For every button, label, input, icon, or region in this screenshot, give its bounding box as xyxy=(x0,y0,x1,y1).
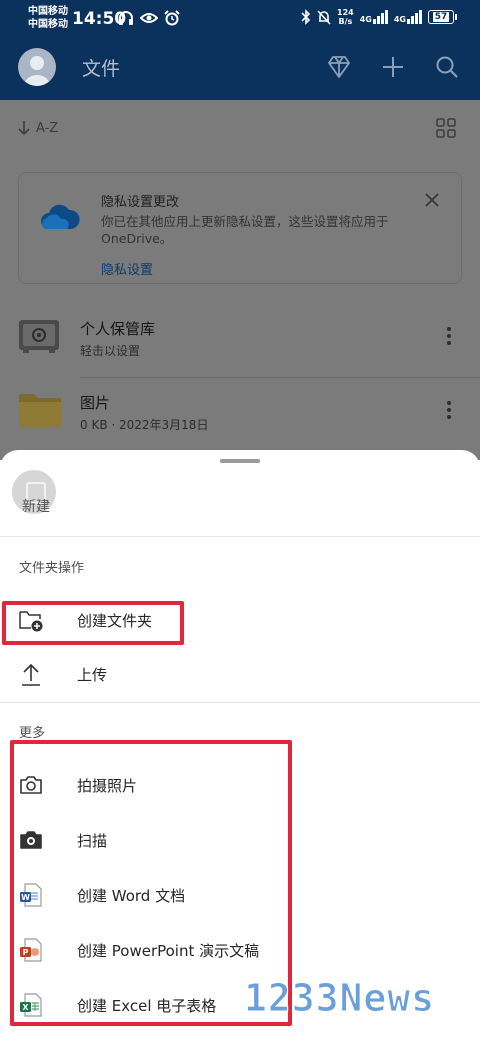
list-divider xyxy=(80,377,480,378)
file-list-area: A-Z 隐私设置更改 你已在其他应用上更新隐私设置，这些设置将应用于 OneDr… xyxy=(0,100,480,460)
menu-label: 创建 Word 文档 xyxy=(77,887,186,905)
diamond-icon[interactable] xyxy=(326,54,352,80)
battery-icon: 57 xyxy=(428,10,457,24)
card-text: 你已在其他应用上更新隐私设置，这些设置将应用于 OneDrive。 xyxy=(101,214,389,246)
bluetooth-icon xyxy=(301,9,311,25)
sort-label: A-Z xyxy=(36,120,59,136)
net-speed-unit: B/s xyxy=(338,17,353,26)
sheet-title: 新建 xyxy=(22,499,50,515)
signal-1: 4G xyxy=(360,10,388,24)
menu-item-create-powerpoint[interactable]: P 创建 PowerPoint 演示文稿 xyxy=(0,924,480,976)
menu-item-upload[interactable]: 上传 xyxy=(0,648,480,700)
list-item-pictures[interactable]: 图片 0 KB · 2022年3月18日 xyxy=(0,380,480,452)
scan-camera-icon xyxy=(20,831,42,849)
powerpoint-icon: P xyxy=(20,938,42,962)
avatar[interactable] xyxy=(18,48,56,86)
file-name: 图片 xyxy=(80,394,111,412)
search-icon[interactable] xyxy=(434,54,460,80)
excel-icon: X xyxy=(20,993,42,1017)
battery-level: 57 xyxy=(432,12,450,22)
sort-button[interactable]: A-Z xyxy=(18,120,58,136)
carrier-info: 中国移动 中国移动 xyxy=(28,5,68,31)
menu-item-scan[interactable]: 扫描 xyxy=(0,814,480,866)
menu-label: 创建 PowerPoint 演示文稿 xyxy=(77,942,260,960)
watermark: 1233News xyxy=(243,976,436,1021)
menu-label: 拍摄照片 xyxy=(77,777,138,795)
plus-icon[interactable] xyxy=(380,54,406,80)
status-bar: 中国移动 中国移动 14:50 124 B/s 4G 4G 57 xyxy=(0,0,480,36)
arrow-down-icon xyxy=(18,121,30,136)
headphones-icon xyxy=(119,11,133,25)
eye-icon xyxy=(140,13,158,23)
drag-handle[interactable] xyxy=(220,459,260,463)
more-options-icon[interactable] xyxy=(446,326,452,346)
menu-item-take-photo[interactable]: 拍摄照片 xyxy=(0,759,480,811)
page-title: 文件 xyxy=(82,58,121,80)
menu-item-create-word[interactable]: W 创建 Word 文档 xyxy=(0,869,480,921)
signal-2-label: 4G xyxy=(393,15,406,24)
file-name: 个人保管库 xyxy=(80,320,156,338)
folder-icon xyxy=(19,394,61,427)
new-item-bottom-sheet: 新建 文件夹操作 创建文件夹 上传 更多 拍摄照片 扫描 W 创建 Word 文… xyxy=(0,450,480,1040)
privacy-notice-card: 隐私设置更改 你已在其他应用上更新隐私设置，这些设置将应用于 OneDrive。… xyxy=(18,172,462,284)
svg-text:P: P xyxy=(23,948,29,957)
signal-1-label: 4G xyxy=(359,15,372,24)
menu-label: 上传 xyxy=(77,666,108,684)
person-icon xyxy=(24,56,50,86)
grid-view-icon[interactable] xyxy=(436,118,456,138)
word-icon: W xyxy=(20,883,42,907)
divider xyxy=(0,536,480,537)
divider xyxy=(0,702,480,703)
signal-2: 4G xyxy=(394,10,422,24)
card-title: 隐私设置更改 xyxy=(101,195,180,210)
upload-icon xyxy=(22,663,40,686)
vault-icon xyxy=(19,320,59,353)
privacy-settings-link[interactable]: 隐私设置 xyxy=(101,259,153,278)
file-meta: 0 KB · 2022年3月18日 xyxy=(80,418,209,432)
list-item-vault[interactable]: 个人保管库 轻击以设置 xyxy=(0,306,480,378)
network-speed: 124 B/s xyxy=(337,8,354,26)
menu-label: 创建文件夹 xyxy=(77,612,153,630)
app-bar: 文件 xyxy=(0,42,480,94)
mute-bell-icon xyxy=(317,10,331,25)
more-options-icon[interactable] xyxy=(446,400,452,420)
section-folder-actions: 文件夹操作 xyxy=(19,561,85,576)
camera-icon xyxy=(20,776,42,794)
menu-label: 扫描 xyxy=(77,832,108,850)
net-speed-value: 124 xyxy=(337,8,354,17)
alarm-icon xyxy=(164,10,180,26)
carrier-2: 中国移动 xyxy=(28,19,68,30)
menu-label: 创建 Excel 电子表格 xyxy=(77,997,217,1015)
carrier-1: 中国移动 xyxy=(28,6,68,17)
svg-text:W: W xyxy=(21,893,30,902)
file-meta: 轻击以设置 xyxy=(80,344,141,358)
section-more: 更多 xyxy=(19,726,46,741)
new-folder-icon xyxy=(19,611,43,632)
onedrive-cloud-icon xyxy=(41,204,80,229)
menu-item-create-folder[interactable]: 创建文件夹 xyxy=(0,594,480,646)
svg-text:X: X xyxy=(22,1003,29,1012)
top-app-bar: 中国移动 中国移动 14:50 124 B/s 4G 4G 57 文件 xyxy=(0,0,480,100)
close-icon[interactable] xyxy=(425,193,439,207)
